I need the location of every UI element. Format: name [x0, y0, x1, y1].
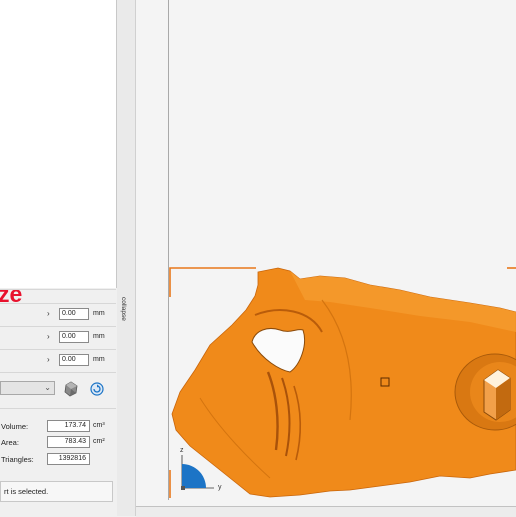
row-expand-arrow[interactable]: ›: [47, 355, 50, 364]
divider: [0, 326, 116, 327]
divider: [0, 349, 116, 350]
panel-preview-area: [0, 0, 117, 288]
chevron-down-icon: ⌄: [44, 383, 51, 392]
volume-unit: cm³: [93, 422, 105, 429]
selection-status: rt is selected.: [0, 481, 113, 502]
row-expand-arrow[interactable]: ›: [47, 332, 50, 341]
volume-label: Volume:: [1, 422, 29, 431]
axis-y-label: y: [218, 484, 222, 491]
triangles-value: 1392816: [47, 453, 90, 465]
collapse-strip[interactable]: [117, 0, 136, 516]
size-y-input[interactable]: 0.00: [59, 331, 89, 343]
unit-label: mm: [93, 310, 105, 317]
row-expand-arrow[interactable]: ›: [47, 309, 50, 318]
size-z-input[interactable]: 0.00: [59, 354, 89, 366]
area-label: Area:: [1, 438, 19, 447]
size-x-input[interactable]: 0.00: [59, 308, 89, 320]
volume-value: 173.74: [47, 420, 90, 432]
triangles-label: Triangles:: [1, 455, 34, 464]
area-value: 783.43: [47, 436, 90, 448]
bottom-ruler: [136, 506, 516, 517]
mode-dropdown[interactable]: ⌄: [0, 381, 55, 395]
mesh-object-icon[interactable]: [63, 381, 79, 397]
divider: [0, 408, 116, 409]
reset-icon[interactable]: [90, 382, 104, 396]
build-volume-edge: [168, 0, 169, 500]
unit-label: mm: [93, 333, 105, 340]
axis-z-label: z: [180, 447, 184, 454]
area-unit: cm²: [93, 438, 105, 445]
3d-viewport[interactable]: [136, 0, 516, 516]
divider: [0, 303, 116, 304]
divider: [0, 372, 116, 373]
divider: [0, 289, 116, 290]
collapse-button[interactable]: collapse: [120, 297, 127, 321]
unit-label: mm: [93, 356, 105, 363]
